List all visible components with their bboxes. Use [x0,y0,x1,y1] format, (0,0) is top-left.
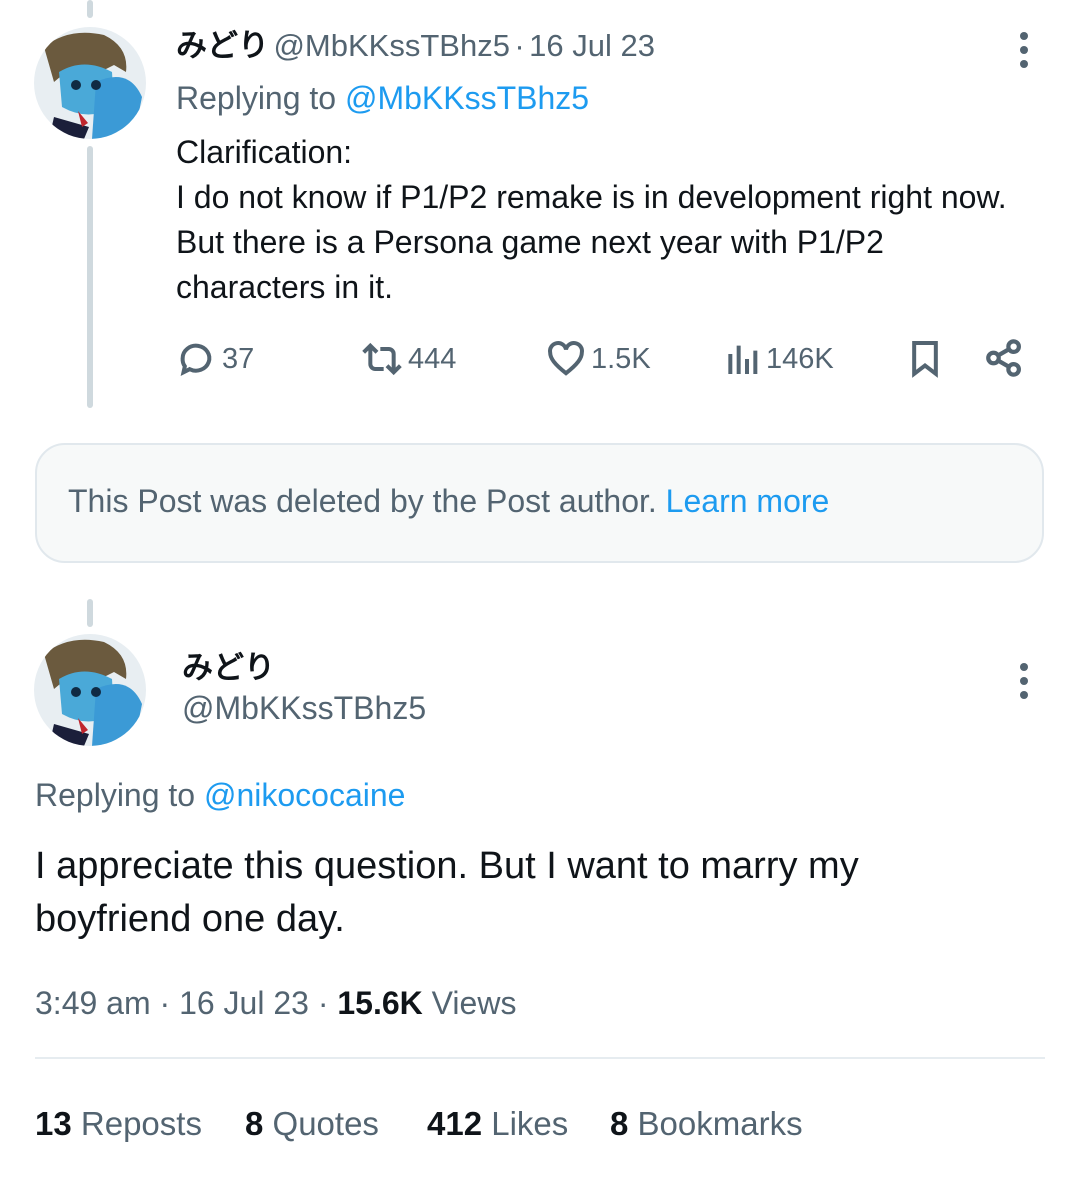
post-date[interactable]: 16 Jul 23 [529,28,655,63]
handle[interactable]: @MbKKssTBhz5 [273,28,509,63]
avatar[interactable] [34,634,146,746]
avatar-image [34,27,146,139]
tweet-line: characters in it. [176,269,393,305]
heart-icon [548,341,584,376]
views-count: 15.6K [337,985,423,1021]
views-icon [728,345,758,374]
bookmark-icon [912,341,938,378]
like-count: 1.5K [591,342,651,375]
thread-line-top [87,0,93,18]
tweet-text: Clarification: I do not know if P1/P2 re… [176,130,1007,310]
bookmarks-count: 8 [610,1105,629,1142]
thread-line-middle [87,146,93,408]
display-name[interactable]: みどり [182,648,275,688]
reply-button[interactable]: 37 [176,338,254,380]
tweet-line: I appreciate this question. But I want t… [35,845,859,887]
deleted-post-notice: This Post was deleted by the Post author… [35,443,1044,563]
replying-handle-link[interactable]: @MbKKssTBhz5 [345,80,589,116]
replying-prefix: Replying to [176,80,337,116]
likes-count: 412 [427,1105,483,1142]
avatar-image [34,634,146,746]
post-time[interactable]: 3:49 am [35,985,151,1021]
quotes-stat[interactable]: 8 Quotes [245,1102,379,1146]
learn-more-link[interactable]: Learn more [666,483,830,519]
reposts-label: Reposts [80,1105,202,1142]
more-icon[interactable] [1019,663,1029,705]
tweet-line: I do not know if P1/P2 remake is in deve… [176,179,1007,215]
divider [35,1057,1045,1059]
likes-label: Likes [491,1105,569,1142]
more-icon[interactable] [1019,32,1029,74]
deleted-notice-text-wrap: This Post was deleted by the Post author… [68,483,829,520]
replying-to: Replying to @nikococaine [35,775,405,815]
bookmarks-stat[interactable]: 8 Bookmarks [610,1102,803,1146]
share-icon [986,339,1021,377]
post-meta: 3:49 am · 16 Jul 23 · 15.6K Views [35,982,516,1024]
repost-count: 444 [408,342,457,375]
replying-handle-link[interactable]: @nikococaine [204,777,405,813]
avatar[interactable] [34,27,146,139]
replying-prefix: Replying to [35,777,196,813]
tweet-line: boyfriend one day. [35,898,345,940]
bookmarks-label: Bookmarks [637,1105,803,1142]
likes-stat[interactable]: 412 Likes [427,1102,568,1146]
repost-icon [362,342,402,376]
handle[interactable]: @MbKKssTBhz5 [182,688,426,728]
reply-icon [180,343,212,377]
like-button[interactable]: 1.5K [545,338,651,380]
view-count: 146K [766,342,834,375]
post-date[interactable]: 16 Jul 23 [179,985,309,1021]
tweet-text: I appreciate this question. But I want t… [35,840,859,946]
views-button[interactable]: 146K [722,338,834,380]
quotes-label: Quotes [272,1105,379,1142]
bookmark-button[interactable] [905,337,945,379]
share-button[interactable] [983,337,1025,379]
views-label: Views [431,985,517,1021]
meta-separator: · [317,985,329,1021]
tweet-line: But there is a Persona game next year wi… [176,224,884,260]
display-name[interactable]: みどり [176,28,269,63]
meta-separator: · [159,985,171,1021]
tweet1-header: みどり @MbKKssTBhz5 · 16 Jul 23 [176,26,655,66]
tweet-line: Clarification: [176,134,353,170]
replying-to: Replying to @MbKKssTBhz5 [176,78,589,118]
reposts-stat[interactable]: 13 Reposts [35,1102,202,1146]
repost-button[interactable]: 444 [358,338,456,380]
reposts-count: 13 [35,1105,72,1142]
deleted-notice-text: This Post was deleted by the Post author… [68,483,657,519]
quotes-count: 8 [245,1105,264,1142]
thread-line-lower [87,599,93,627]
date-separator: · [514,28,525,63]
reply-count: 37 [222,342,255,375]
